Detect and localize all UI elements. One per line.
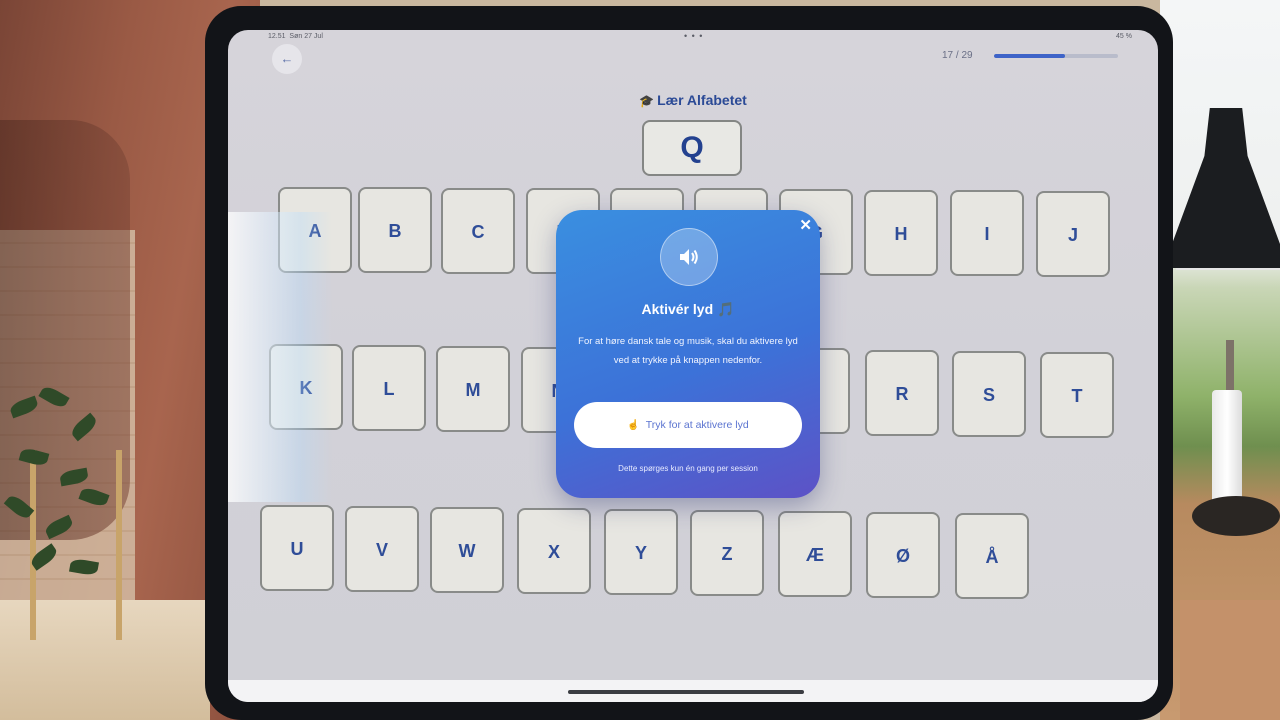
speaker-icon xyxy=(660,228,718,286)
paper-towel-holder xyxy=(1226,340,1234,395)
letter-key-t[interactable]: T xyxy=(1040,352,1114,438)
dialog-message: For at høre dansk tale og musik, skal du… xyxy=(578,336,798,366)
houseplant xyxy=(0,380,120,630)
activate-sound-button[interactable]: ☝ Tryk for at aktivere lyd xyxy=(574,402,802,448)
table xyxy=(1180,600,1280,720)
letter-key-k[interactable]: K xyxy=(269,344,343,430)
home-indicator[interactable] xyxy=(568,690,804,694)
letter-key-x[interactable]: X xyxy=(517,508,591,594)
letter-key-i[interactable]: I xyxy=(950,190,1024,276)
letter-key-y[interactable]: Y xyxy=(604,509,678,595)
letter-key-m[interactable]: M xyxy=(436,346,510,432)
letter-key-z[interactable]: Z xyxy=(690,510,764,596)
letter-key-ae[interactable]: Æ xyxy=(778,511,852,597)
tray xyxy=(1192,496,1280,536)
letter-key-w[interactable]: W xyxy=(430,507,504,593)
dialog-footnote: Dette spørges kun én gang per session xyxy=(618,464,758,473)
close-button[interactable]: ✕ xyxy=(799,216,812,234)
activate-sound-label: Tryk for at aktivere lyd xyxy=(645,419,749,431)
letter-key-oe[interactable]: Ø xyxy=(866,512,940,598)
letter-key-u[interactable]: U xyxy=(260,505,334,591)
paper-towel-roll xyxy=(1212,390,1242,505)
close-icon: ✕ xyxy=(799,217,812,234)
letter-key-s[interactable]: S xyxy=(952,351,1026,437)
letter-key-l[interactable]: L xyxy=(352,345,426,431)
letter-key-r[interactable]: R xyxy=(865,350,939,436)
hand-pointer-icon: ☝ xyxy=(627,420,640,431)
letter-key-v[interactable]: V xyxy=(345,506,419,592)
letter-key-c[interactable]: C xyxy=(441,188,515,274)
letter-key-aa[interactable]: Å xyxy=(955,513,1029,599)
tablet-screen: 12.51 Søn 27 Jul • • • 45 % ← 17 / 29 🎓 L… xyxy=(228,30,1158,702)
dialog-title: Aktivér lyd 🎵 xyxy=(641,301,735,317)
enable-sound-dialog: ✕ Aktivér lyd 🎵 For at høre dansk tale o… xyxy=(556,210,820,498)
letter-key-a[interactable]: A xyxy=(278,187,352,273)
letter-key-b[interactable]: B xyxy=(358,187,432,273)
letter-key-j[interactable]: J xyxy=(1036,191,1110,277)
letter-key-h[interactable]: H xyxy=(864,190,938,276)
